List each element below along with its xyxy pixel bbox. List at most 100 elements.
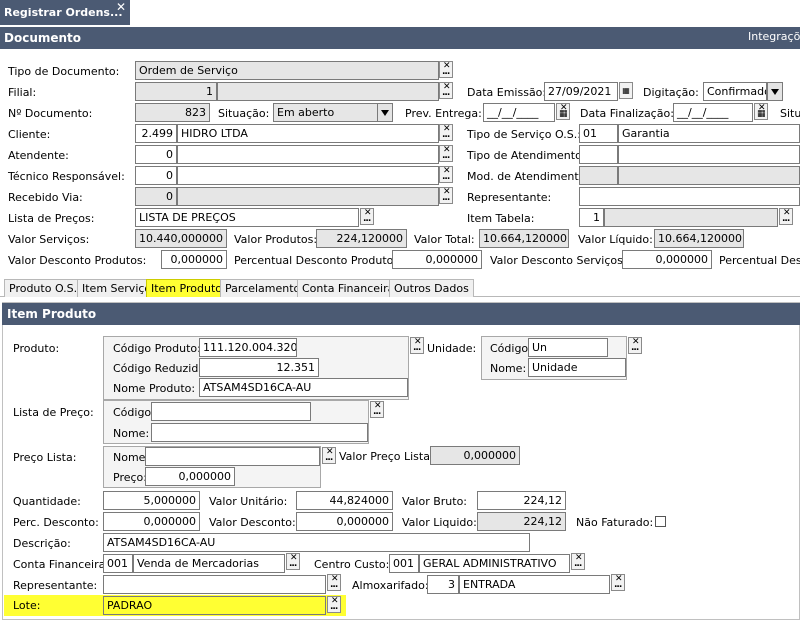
tab-parcelamento[interactable]: Parcelamento <box>220 279 306 297</box>
tecnico-lookup-button[interactable]: ✕... <box>439 166 453 183</box>
item-tabela-code-field[interactable]: 1 <box>579 208 604 227</box>
valor-produtos-field[interactable]: 224,120000 <box>316 229 407 248</box>
perc-desconto-field[interactable]: 0,000000 <box>103 512 200 531</box>
tab-item-servico[interactable]: Item Serviço <box>77 279 157 297</box>
tecnico-name-field[interactable] <box>177 166 439 185</box>
conta-financeira-lookup-button[interactable]: ✕... <box>286 553 300 570</box>
tipo-atendimento-label: Tipo de Atendimento: <box>467 149 586 162</box>
nome-produto-field[interactable]: ATSAM4SD16CA-AU <box>199 378 408 397</box>
item-tabela-name-field[interactable] <box>604 208 778 227</box>
codigo-reduzido-field[interactable]: 12.351 <box>199 358 319 377</box>
preco-lista-nome-field[interactable] <box>145 447 320 466</box>
lote-field[interactable]: PADRAO <box>103 596 326 615</box>
valor-bruto-field[interactable]: 224,12 <box>477 491 566 510</box>
item-tabela-lookup-button[interactable]: ✕... <box>779 208 793 225</box>
centro-custo-lookup-button[interactable]: ✕... <box>571 553 585 570</box>
tipo-documento-field[interactable]: Ordem de Serviço <box>135 61 439 80</box>
lote-lookup-button[interactable]: ✕... <box>327 596 341 613</box>
mod-atendimento-code-field[interactable] <box>579 166 618 185</box>
valor-desconto-field[interactable]: 0,000000 <box>296 512 393 531</box>
quantidade-field[interactable]: 5,000000 <box>103 491 200 510</box>
prev-entrega-lookup-button[interactable]: ✕ ▦ <box>556 103 570 120</box>
situacao-select[interactable]: Em aberto <box>273 103 378 122</box>
valor-liquido-doc-label: Valor Líquido: <box>578 233 653 246</box>
numero-documento-field[interactable]: 823 <box>135 103 210 122</box>
almoxarifado-name-field[interactable]: ENTRADA <box>459 575 610 594</box>
situacao-chevron-down-icon[interactable] <box>377 103 393 122</box>
codigo-produto-field[interactable]: 111.120.004.320 <box>199 338 297 357</box>
mod-atendimento-name-field[interactable] <box>618 166 800 185</box>
nao-faturado-checkbox[interactable] <box>655 516 666 527</box>
data-finalizacao-field[interactable]: __/__/____ <box>673 103 753 122</box>
recebido-name-field[interactable] <box>177 187 439 206</box>
centro-custo-name-field[interactable]: GERAL ADMINISTRATIVO <box>419 554 570 573</box>
unidade-codigo-field[interactable]: Un <box>528 338 608 357</box>
desc-servicos-field[interactable]: 0,000000 <box>622 250 712 269</box>
prev-entrega-field[interactable]: __/__/____ <box>483 103 555 122</box>
filial-name-field[interactable] <box>217 82 439 101</box>
cliente-label: Cliente: <box>8 128 51 141</box>
filial-lookup-button[interactable]: ✕... <box>439 82 453 99</box>
atendente-code-field[interactable]: 0 <box>135 145 177 164</box>
valor-total-field[interactable]: 10.664,120000 <box>479 229 569 248</box>
cliente-code-field[interactable]: 2.499 <box>135 124 177 143</box>
almoxarifado-code-field[interactable]: 3 <box>427 575 459 594</box>
tipo-atendimento-name-field[interactable] <box>618 145 800 164</box>
window-tab[interactable]: Registrar Ordens... ✕ <box>0 0 130 25</box>
cliente-lookup-button[interactable]: ✕... <box>439 124 453 141</box>
descricao-field[interactable]: ATSAM4SD16CA-AU <box>103 533 530 552</box>
valor-servicos-field[interactable]: 10.440,000000 <box>135 229 227 248</box>
valor-preco-lista-field[interactable]: 0,000000 <box>430 446 520 465</box>
centro-custo-code-field[interactable]: 001 <box>389 554 419 573</box>
close-icon[interactable]: ✕ <box>116 0 126 20</box>
nome-produto-label: Nome Produto: <box>113 382 196 395</box>
numero-documento-label: Nº Documento: <box>8 107 93 120</box>
unidade-nome-field[interactable]: Unidade <box>528 358 626 377</box>
representante-doc-field[interactable] <box>579 187 800 206</box>
lista-precos-lookup-button[interactable]: ✕... <box>360 208 374 225</box>
tipo-atendimento-code-field[interactable] <box>579 145 618 164</box>
lista-preco-lookup-button[interactable]: ✕... <box>370 401 384 418</box>
perc-desc-produtos-field[interactable]: 0,000000 <box>392 250 482 269</box>
recebido-code-field[interactable]: 0 <box>135 187 177 206</box>
atendente-name-field[interactable] <box>177 145 439 164</box>
digitacao-chevron-down-icon[interactable] <box>767 82 783 101</box>
recebido-lookup-button[interactable]: ✕... <box>439 187 453 204</box>
data-finalizacao-label: Data Finalização: <box>580 107 674 120</box>
tab-outros-dados[interactable]: Outros Dados <box>389 279 474 297</box>
desc-produtos-field[interactable]: 0,000000 <box>161 250 227 269</box>
tecnico-code-field[interactable]: 0 <box>135 166 177 185</box>
tipo-servico-code-field[interactable]: 01 <box>579 124 618 143</box>
representante-item-field[interactable] <box>103 575 326 594</box>
tab-conta-financeira[interactable]: Conta Financeira <box>297 279 400 297</box>
valor-unitario-field[interactable]: 44,824000 <box>296 491 393 510</box>
lista-preco-nome-field[interactable] <box>151 423 368 442</box>
lista-preco-label: Lista de Preço: <box>13 406 94 419</box>
data-finalizacao-lookup-button[interactable]: ✕ ▦ <box>754 103 768 120</box>
representante-item-lookup-button[interactable]: ✕... <box>327 574 341 591</box>
conta-financeira-name-field[interactable]: Venda de Mercadorias <box>133 554 285 573</box>
tab-produto-os[interactable]: Produto O.S. <box>4 279 83 297</box>
tab-item-produto[interactable]: Item Produto <box>146 279 227 297</box>
cliente-name-field[interactable]: HIDRO LTDA <box>177 124 439 143</box>
tipo-servico-name-field[interactable]: Garantia <box>618 124 800 143</box>
data-emissao-calendar-icon[interactable]: ▦ <box>619 82 633 99</box>
filial-code-field[interactable]: 1 <box>135 82 217 101</box>
atendente-lookup-button[interactable]: ✕... <box>439 145 453 162</box>
lista-preco-codigo-field[interactable] <box>151 402 311 421</box>
integracoes-link[interactable]: Integraçõe <box>748 30 800 43</box>
preco-lista-nome-label: Nome: <box>113 451 150 464</box>
produto-lookup-button[interactable]: ✕... <box>410 337 424 354</box>
digitacao-select[interactable]: Confirmado <box>703 82 767 101</box>
preco-lista-preco-field[interactable]: 0,000000 <box>145 467 235 486</box>
unidade-lookup-button[interactable]: ✕... <box>628 337 642 354</box>
lista-precos-field[interactable]: LISTA DE PREÇOS <box>135 208 359 227</box>
conta-financeira-code-field[interactable]: 001 <box>103 554 133 573</box>
item-produto-title: Item Produto <box>7 307 97 321</box>
tipo-documento-lookup-button[interactable]: ✕... <box>439 61 453 78</box>
valor-liquido-item-field[interactable]: 224,12 <box>477 512 566 531</box>
almoxarifado-lookup-button[interactable]: ✕... <box>611 574 625 591</box>
data-emissao-field[interactable]: 27/09/2021 <box>544 82 618 101</box>
preco-lista-lookup-button[interactable]: ✕... <box>322 447 336 464</box>
valor-liquido-doc-field[interactable]: 10.664,120000 <box>654 229 744 248</box>
